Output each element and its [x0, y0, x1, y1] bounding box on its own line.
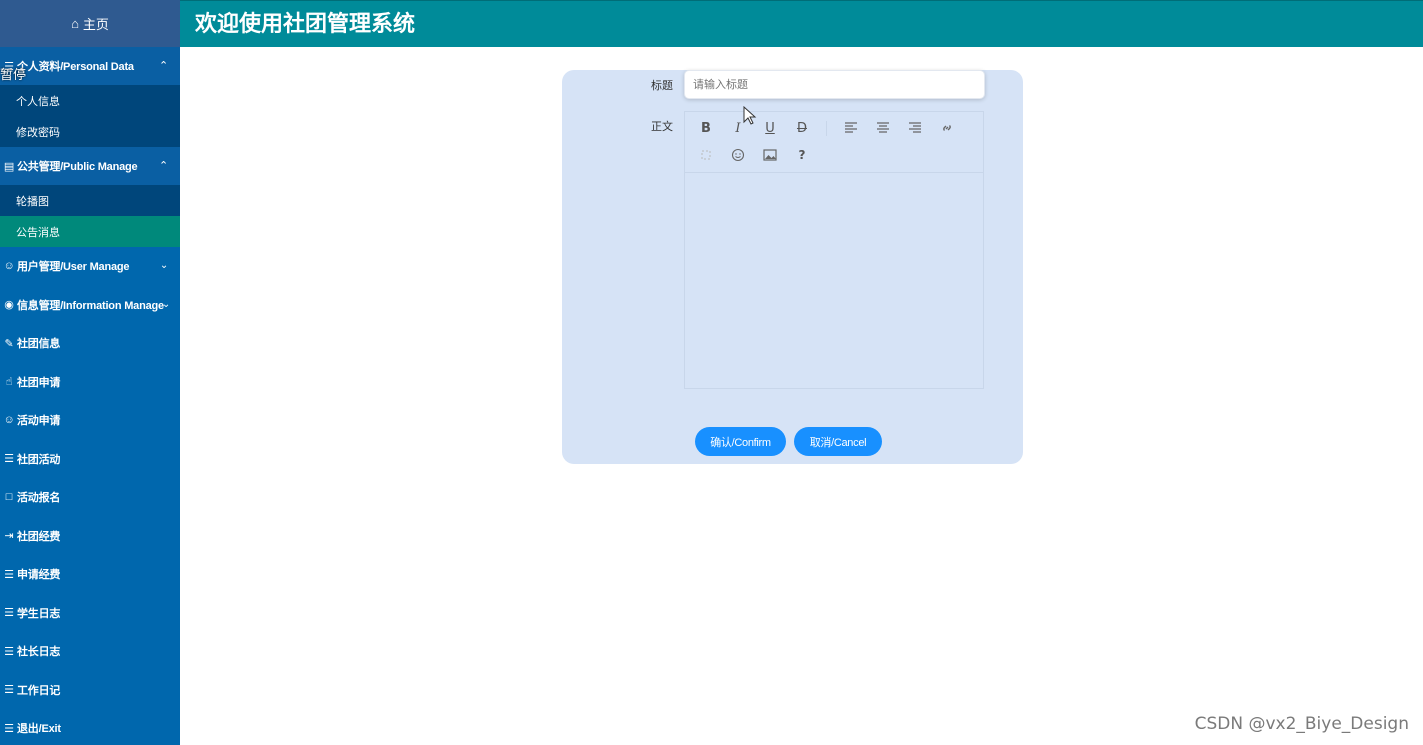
align-left-icon[interactable] [840, 119, 862, 137]
sidebar-item-apply-funds[interactable]: ☰ 申请经费 [0, 555, 180, 594]
sidebar-item-club-application-label: 社团申请 [17, 376, 61, 389]
chevron-up-icon: ⌃ [158, 160, 168, 172]
editor-content-area[interactable] [685, 173, 983, 388]
submenu-personal-data: 个人信息 修改密码 [0, 85, 180, 147]
sidebar-item-exit[interactable]: ☰ 退出/Exit [0, 709, 180, 745]
rich-text-editor: B I U D ? [684, 111, 984, 389]
watermark: CSDN @vx2_Biye_Design [1194, 714, 1409, 734]
sidebar-item-exit-label: 退出/Exit [17, 723, 61, 736]
user-list-icon: ☰ [4, 568, 14, 581]
monitor-icon: ▤ [3, 160, 15, 173]
sidebar-item-club-application[interactable]: ☝ 社团申请 [0, 363, 180, 402]
sidebar-item-personal-info[interactable]: 个人信息 [0, 85, 180, 116]
chevron-down-icon: ⌄ [159, 260, 168, 271]
link-icon[interactable] [936, 119, 958, 137]
sidebar-item-president-log[interactable]: ☰ 社长日志 [0, 632, 180, 671]
user-list-icon: ☰ [4, 607, 14, 620]
sidebar-item-club-activity-label: 社团活动 [17, 453, 61, 466]
sidebar-item-club-activity[interactable]: ☰ 社团活动 [0, 440, 180, 479]
sidebar-item-club-info-label: 社团信息 [17, 338, 61, 351]
sidebar-item-work-diary-label: 工作日记 [17, 684, 61, 697]
chevron-down-icon: ⌄ [161, 298, 170, 310]
chevron-up-icon: ⌃ [158, 60, 168, 72]
cancel-button[interactable]: 取消/Cancel [794, 427, 882, 456]
menu-information-manage-label: 信息管理/Information Manage [17, 299, 164, 312]
title-input[interactable] [684, 70, 985, 99]
menu-user-manage[interactable]: ☺ 用户管理/User Manage ⌄ [0, 247, 180, 286]
sidebar-item-club-funds[interactable]: ⇥ 社团经费 [0, 517, 180, 556]
align-right-icon[interactable] [904, 119, 926, 137]
edit-icon: ✎ [4, 337, 14, 350]
sidebar-item-activity-application[interactable]: ☺ 活动申请 [0, 401, 180, 440]
sidebar-item-student-log-label: 学生日志 [17, 607, 61, 620]
emoji-icon[interactable] [727, 146, 749, 164]
sidebar-item-carousel[interactable]: 轮播图 [0, 185, 180, 216]
title-label: 标题 [651, 80, 673, 92]
user-icon: ☺ [3, 260, 15, 273]
mouse-cursor-icon [743, 106, 757, 125]
thumb-icon: ☝ [5, 376, 13, 389]
body-label: 正文 [651, 121, 673, 133]
top-header: 欢迎使用社团管理系统 [180, 0, 1423, 47]
toolbar-divider [826, 121, 827, 136]
sidebar-item-change-password[interactable]: 修改密码 [0, 116, 180, 147]
sidebar-item-club-info[interactable]: ✎ 社团信息 [0, 324, 180, 363]
home-link[interactable]: ⌂ 主页 [0, 0, 180, 47]
sidebar-item-student-log[interactable]: ☰ 学生日志 [0, 594, 180, 633]
smile-icon: ☺ [3, 414, 15, 427]
menu-public-manage-label: 公共管理/Public Manage [17, 161, 138, 173]
menu-public-manage[interactable]: ▤ 公共管理/Public Manage ⌃ [0, 147, 180, 185]
sidebar-item-work-diary[interactable]: ☰ 工作日记 [0, 671, 180, 710]
confirm-button[interactable]: 确认/Confirm [695, 427, 786, 456]
export-icon: ⇥ [4, 530, 14, 543]
page-title: 欢迎使用社团管理系统 [195, 12, 416, 37]
sidebar-item-apply-funds-label: 申请经费 [17, 569, 61, 582]
unlink-icon[interactable] [695, 146, 717, 164]
home-icon: ⌂ [71, 16, 79, 31]
list-icon: ☰ [4, 453, 14, 466]
bold-icon[interactable]: B [695, 119, 717, 137]
help-icon[interactable]: ? [791, 146, 813, 164]
user-list-icon: ☰ [4, 722, 14, 735]
sidebar-item-announcements[interactable]: 公告消息 [0, 216, 180, 247]
announcement-form: 标题 正文 B I U D [562, 70, 1023, 464]
strikethrough-icon[interactable]: D [791, 119, 813, 137]
menu-user-manage-label: 用户管理/User Manage [17, 261, 130, 274]
submenu-public-manage: 轮播图 公告消息 [0, 185, 180, 247]
menu-personal-data-label: 个人资料/Personal Data [17, 61, 134, 73]
home-label: 主页 [82, 17, 109, 32]
camera-icon: ◉ [4, 299, 14, 312]
sidebar-item-club-funds-label: 社团经费 [17, 530, 61, 543]
phone-icon: □ [5, 491, 13, 504]
sidebar-item-activity-application-label: 活动申请 [17, 415, 61, 428]
sidebar-item-activity-signup-label: 活动报名 [17, 492, 61, 505]
editor-toolbar: B I U D ? [685, 112, 983, 173]
sidebar: ⌂ 主页 ☰ 个人资料/Personal Data ⌃ 个人信息 修改密码 ▤ … [0, 0, 180, 745]
pause-overlay-label: 暂停 [0, 67, 27, 82]
menu-personal-data[interactable]: ☰ 个人资料/Personal Data ⌃ [0, 47, 180, 85]
sidebar-item-president-log-label: 社长日志 [17, 646, 61, 659]
user-list-icon: ☰ [4, 684, 14, 697]
underline-icon[interactable]: U [759, 119, 781, 137]
sidebar-item-activity-signup[interactable]: □ 活动报名 [0, 478, 180, 517]
menu-information-manage[interactable]: ◉ 信息管理/Information Manage ⌄ [0, 286, 180, 325]
image-icon[interactable] [759, 146, 781, 164]
align-center-icon[interactable] [872, 119, 894, 137]
user-list-icon: ☰ [4, 645, 14, 658]
